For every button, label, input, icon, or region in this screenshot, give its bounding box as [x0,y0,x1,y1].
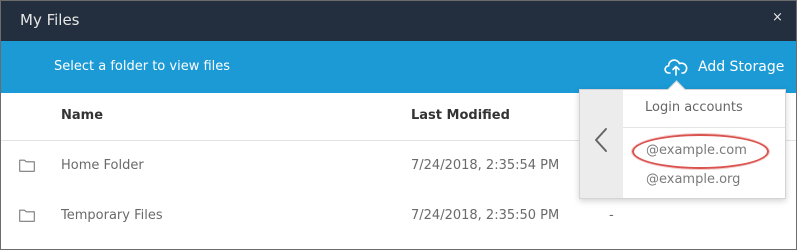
cloud-upload-icon [664,59,688,76]
file-name[interactable]: Temporary Files [61,208,163,223]
folder-icon [19,209,35,222]
file-name[interactable]: Home Folder [61,158,144,173]
chevron-left-icon [595,128,607,152]
account-item[interactable]: @example.org [646,172,740,187]
file-size: - [609,208,614,223]
highlight-annotation [632,134,769,169]
add-storage-button[interactable]: Add Storage [664,55,784,79]
close-icon[interactable]: × [772,10,783,25]
last-modified: 7/24/2018, 2:35:54 PM [411,158,560,173]
last-modified: 7/24/2018, 2:35:50 PM [411,208,560,223]
folder-hint: Select a folder to view files [54,59,231,74]
popup-divider [623,127,785,128]
back-button[interactable] [580,90,623,198]
title-bar: My Files × [1,1,796,41]
table-row[interactable]: Temporary Files 7/24/2018, 2:35:50 PM - [1,192,796,240]
login-accounts-popup: Login accounts @example.com @example.org [579,80,786,199]
column-header-name[interactable]: Name [61,108,103,123]
folder-icon [19,159,35,172]
my-files-window: My Files × Select a folder to view files… [0,0,797,250]
window-title: My Files [20,11,80,29]
add-storage-label: Add Storage [698,59,785,75]
column-header-last-modified[interactable]: Last Modified [411,108,510,123]
popup-heading: Login accounts [645,100,743,115]
